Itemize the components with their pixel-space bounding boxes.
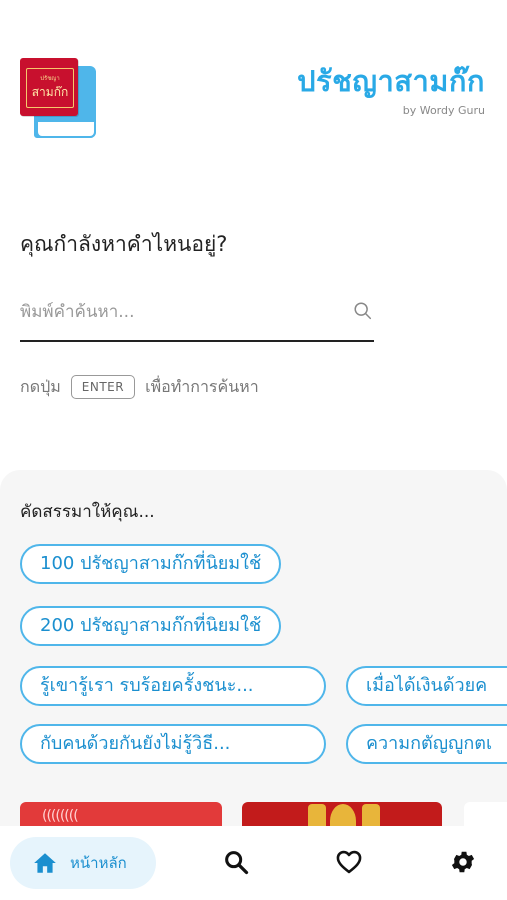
- header: ปรัชญา สามก๊ก ปรัชญาสามก๊ก by Wordy Guru: [0, 0, 507, 160]
- search-icon[interactable]: [352, 300, 374, 322]
- logo-small-text: ปรัชญา: [40, 75, 60, 82]
- search-input[interactable]: [20, 292, 340, 332]
- nav-home-label: หน้าหลัก: [70, 854, 127, 872]
- logo-book-cover: ปรัชญา สามก๊ก: [20, 58, 78, 116]
- home-icon: [34, 853, 56, 873]
- nav-home-button[interactable]: หน้าหลัก: [10, 837, 156, 889]
- enter-key-badge: ENTER: [70, 375, 136, 399]
- hint-before: กดปุ่ม: [20, 376, 61, 396]
- chip-100-popular[interactable]: 100 ปรัชญาสามก๊กที่นิยมใช้: [20, 544, 282, 584]
- card-ornament: ((((((((: [42, 808, 79, 824]
- heart-icon[interactable]: [335, 848, 363, 876]
- search-heading: คุณกำลังหาคำไหนอยู่?: [20, 232, 228, 256]
- chip-know-enemy[interactable]: รู้เขารู้เรา รบร้อยครั้งชนะ...: [20, 666, 326, 706]
- recommendation-title: คัดสรรมาให้คุณ...: [20, 502, 155, 522]
- search-bar: [20, 292, 374, 342]
- logo-badge: ปรัชญา สามก๊ก: [26, 68, 74, 108]
- logo-book-pages: [36, 120, 96, 138]
- app-logo: ปรัชญา สามก๊ก: [20, 58, 100, 146]
- gear-icon[interactable]: [449, 848, 477, 876]
- chip-gratitude[interactable]: ความกตัญญูกตเ: [346, 724, 507, 764]
- app-title: ปรัชญาสามก๊ก: [297, 64, 485, 98]
- bottom-nav: หน้าหลัก: [0, 826, 507, 900]
- chip-with-people[interactable]: กับคนด้วยกันยังไม่รู้วิธี...: [20, 724, 326, 764]
- chip-200-popular[interactable]: 200 ปรัชญาสามก๊กที่นิยมใช้: [20, 606, 282, 646]
- chip-when-money[interactable]: เมื่อได้เงินด้วยค: [346, 666, 507, 706]
- app-subtitle: by Wordy Guru: [402, 104, 485, 117]
- search-icon[interactable]: [222, 848, 250, 876]
- search-hint: กดปุ่ม ENTER เพื่อทำการค้นหา: [20, 372, 259, 402]
- hint-after: เพื่อทำการค้นหา: [145, 376, 259, 396]
- logo-main-text: สามก๊ก: [31, 85, 69, 99]
